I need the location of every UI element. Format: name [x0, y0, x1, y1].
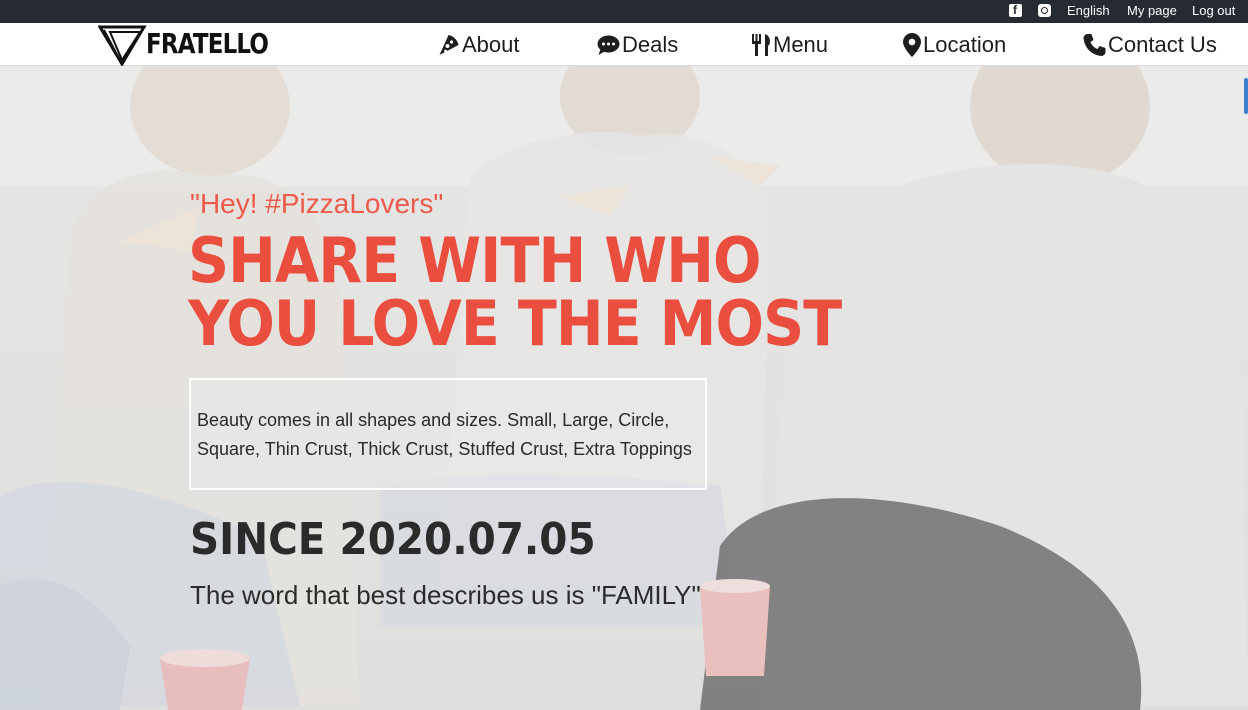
hero-tagline: The word that best describes us is "FAMI…	[190, 580, 701, 610]
map-pin-icon	[903, 33, 921, 57]
scrollbar-indicator[interactable]	[1244, 78, 1248, 114]
brand-name: FRATELLO	[146, 27, 269, 60]
since-date: SINCE 2020.07.05	[190, 514, 596, 565]
logout-link[interactable]: Log out	[1192, 3, 1235, 18]
hero-quote: "Hey! #PizzaLovers"	[190, 188, 444, 219]
language-link[interactable]: English	[1067, 3, 1110, 18]
my-page-link[interactable]: My page	[1127, 3, 1177, 18]
hero-description-box: Beauty comes in all shapes and sizes. Sm…	[189, 378, 707, 490]
nav-location[interactable]: Location	[902, 29, 1006, 61]
nav-deals[interactable]: Deals	[596, 29, 678, 61]
hero-headline-line2: YOU LOVE THE MOST	[188, 287, 842, 360]
nav-contact-label: Contact Us	[1108, 32, 1217, 57]
main-navbar: FRATELLO About Deals Menu Location Conta…	[0, 23, 1248, 67]
top-utility-bar: f English My page Log out	[0, 0, 1248, 23]
instagram-icon[interactable]	[1038, 4, 1051, 17]
nav-deals-label: Deals	[622, 32, 679, 57]
phone-icon	[1083, 34, 1106, 56]
nav-contact[interactable]: Contact Us	[1082, 29, 1217, 61]
nav-menu-label: Menu	[773, 32, 829, 57]
chat-bubble-icon	[597, 35, 620, 55]
nav-menu[interactable]: Menu	[750, 29, 828, 61]
facebook-icon[interactable]: f	[1009, 3, 1022, 17]
pizza-logo-icon	[97, 25, 147, 67]
nav-about[interactable]: About	[436, 29, 520, 61]
pizza-slice-icon	[439, 35, 459, 55]
utensils-icon	[752, 34, 770, 56]
nav-location-label: Location	[923, 32, 1007, 57]
nav-about-label: About	[462, 32, 520, 57]
hero-description: Beauty comes in all shapes and sizes. Sm…	[197, 410, 692, 459]
hero-section: "Hey! #PizzaLovers" SHARE WITH WHO YOU L…	[0, 66, 1248, 710]
